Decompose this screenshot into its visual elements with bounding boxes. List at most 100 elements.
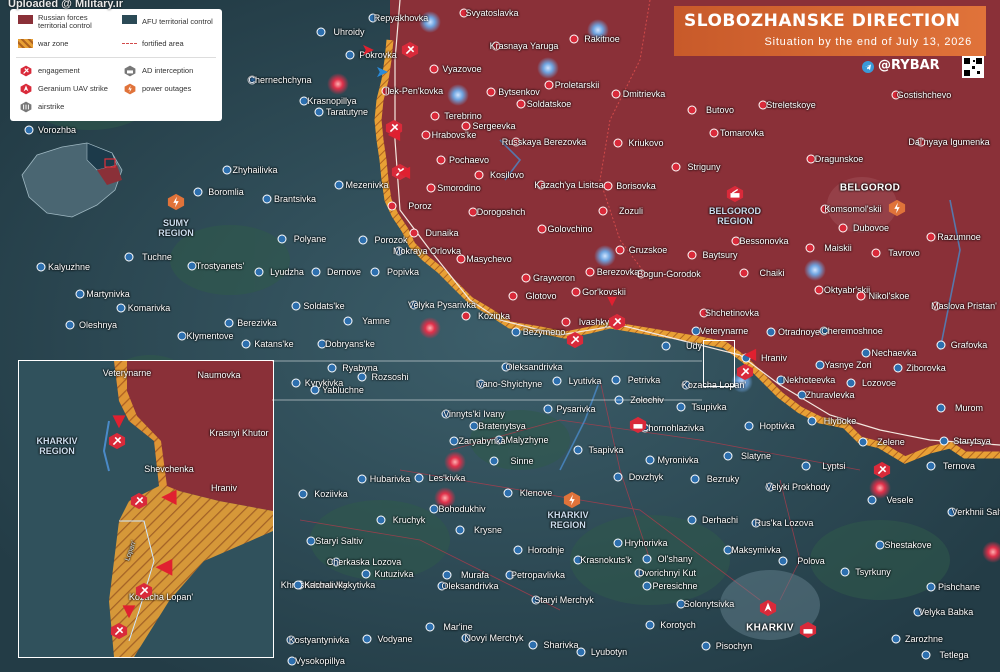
place-label: Chaiki [759, 268, 785, 278]
place-label: Myronivka [657, 455, 699, 465]
inset-map[interactable]: Veterynarne Naumovka Krasnyi Khutor Shev… [18, 360, 274, 658]
place-label: Oleksandrivka [441, 581, 499, 591]
legend-label: Geranium UAV strike [38, 84, 108, 93]
place-label: Verkhnii Saltiv [951, 507, 1000, 517]
place-label: Glotovo [525, 291, 557, 301]
watermark: Uploaded @ Military.ir [8, 0, 124, 10]
settlement-marker [571, 287, 581, 297]
inset-place: Krasnyi Khutor [209, 428, 269, 438]
russian-attack-arrow: ➤ [361, 42, 375, 59]
place-label: Shchetinovka [704, 308, 760, 318]
place-label: Taratutyne [325, 107, 369, 117]
settlement-marker [936, 340, 946, 350]
place-label: Hoptivka [759, 421, 795, 431]
overview-map[interactable] [17, 135, 127, 225]
engagement-icon [20, 65, 32, 77]
power-outage-icon[interactable] [563, 491, 581, 509]
settlement-marker [544, 80, 554, 90]
settlement-marker [65, 320, 75, 330]
settlement-marker [426, 183, 436, 193]
engagement-icon[interactable] [873, 461, 891, 479]
settlement-marker [293, 580, 303, 590]
place-label: Katans'ke [254, 339, 294, 349]
region-label-belgorod: BELGOROD REGION [708, 206, 762, 226]
power-outage-icon[interactable] [167, 193, 185, 211]
power-outage-icon[interactable] [888, 199, 906, 217]
settlement-marker [939, 436, 949, 446]
place-label: Bohodukhiv [438, 504, 486, 514]
settlement-marker [926, 582, 936, 592]
settlement-marker [926, 232, 936, 242]
russian-attack-arrow: ◀ [743, 346, 757, 363]
settlement-marker [537, 224, 547, 234]
settlement-marker [254, 267, 264, 277]
settlement-marker [642, 554, 652, 564]
place-label: Slatyne [740, 451, 772, 461]
settlement-marker [316, 27, 326, 37]
place-label: Ivashky [578, 317, 610, 327]
place-label: Cherkaska Lozova [326, 557, 402, 567]
place-label: Tavrovo [888, 248, 920, 258]
place-label: Mezenivka [345, 180, 389, 190]
place-label: Krasnaya Yaruga [489, 41, 559, 51]
place-label: Terebrino [444, 111, 482, 121]
engagement-icon[interactable] [608, 313, 626, 331]
place-label: Cheremoshnoe [821, 326, 883, 336]
place-label: Gruzskoe [628, 245, 668, 255]
qr-code-icon[interactable] [962, 56, 984, 78]
settlement-marker [362, 634, 372, 644]
settlement-marker [469, 421, 479, 431]
settlement-marker [603, 181, 613, 191]
settlement-marker [387, 201, 397, 211]
engagement-icon[interactable] [130, 492, 148, 510]
settlement-marker [449, 436, 459, 446]
place-label: Borisovka [616, 181, 656, 191]
settlement-marker [36, 262, 46, 272]
place-label: Golovchino [547, 224, 593, 234]
place-label: Pisochyn [715, 641, 753, 651]
engagement-icon[interactable] [108, 432, 126, 450]
place-label: Razumnoe [937, 232, 981, 242]
ad-interception-icon[interactable] [726, 185, 744, 203]
power-outage-icon [124, 83, 136, 95]
russian-attack-arrow: ▼ [118, 598, 140, 623]
settlement-marker [569, 34, 579, 44]
telegram-icon[interactable] [862, 61, 874, 73]
place-label: Vyazovoe [442, 64, 482, 74]
place-label: Kosilovo [489, 170, 525, 180]
place-label: Krasnokuts'k [580, 555, 632, 565]
place-label: Zelene [877, 437, 905, 447]
place-label: Nechaevka [871, 348, 917, 358]
place-label: Staryi Saltiv [315, 536, 363, 546]
map-canvas[interactable]: Repyakhovka Svyatoslavka Rakitnoe Uhroidy Kr… [0, 0, 1000, 672]
settlement-marker [343, 316, 353, 326]
engagement-icon[interactable] [401, 41, 419, 59]
place-label: Streletskoye [766, 100, 816, 110]
engagement-icon[interactable] [566, 331, 584, 349]
city-label-kharkiv: KHARKIV [746, 622, 794, 634]
legend-label: AFU territorial control [142, 17, 213, 26]
engagement-icon[interactable] [110, 622, 128, 640]
settlement-marker [778, 556, 788, 566]
place-label: Starytsya [953, 436, 991, 446]
brand-handle[interactable]: @RYBAR [878, 58, 940, 73]
place-label: Bezymeno [522, 327, 566, 337]
place-label: Vysokopillya [295, 656, 345, 666]
place-label: Polyane [293, 234, 327, 244]
settlement-marker [503, 488, 513, 498]
ad-interception-icon[interactable] [629, 416, 647, 434]
settlement-marker [690, 474, 700, 484]
settlement-marker [376, 515, 386, 525]
place-label: Trostyanets' [195, 261, 245, 271]
settlement-marker [291, 301, 301, 311]
settlement-marker [177, 331, 187, 341]
engagement-icon[interactable] [736, 363, 754, 381]
uav-strike-icon[interactable] [759, 599, 777, 617]
place-label: Kriukovo [628, 138, 664, 148]
settlement-marker [358, 235, 368, 245]
settlement-marker [766, 327, 776, 337]
ad-glow [447, 84, 469, 106]
ad-interception-icon[interactable] [799, 621, 817, 639]
settlement-marker [461, 311, 471, 321]
place-label: Russkaya Berezovka [501, 137, 587, 147]
